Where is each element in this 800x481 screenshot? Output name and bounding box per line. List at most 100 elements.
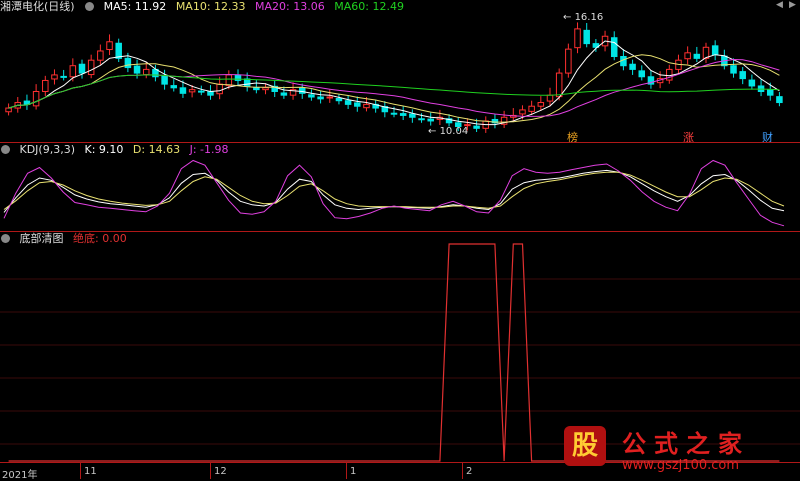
x-tick-1: [346, 462, 347, 479]
candle-down: [418, 118, 425, 121]
candle-up: [106, 41, 113, 51]
scroll-right-icon[interactable]: ▶: [789, 0, 796, 10]
main-price-chart: [5, 22, 783, 133]
kdj-k-label: K: 9.10: [84, 143, 124, 156]
low-price-label: ← 10.04: [428, 126, 469, 137]
candle-down: [399, 113, 407, 116]
candle-down: [354, 102, 361, 107]
site-watermark: 股 公式之家 www.gszj100.com: [558, 422, 798, 478]
kdj-title: KDJ(9,3,3): [19, 143, 76, 156]
candle-up: [225, 74, 233, 87]
candle-up: [363, 103, 370, 109]
kdj-d-label: D: 14.63: [132, 143, 181, 156]
x-tick-2: [462, 462, 463, 479]
candle-down: [161, 74, 168, 85]
x-tick-12: [210, 462, 211, 479]
candle-down: [78, 63, 86, 74]
candle-down: [170, 85, 178, 89]
candle-down: [711, 45, 719, 56]
kdj-d-line: [3, 171, 785, 210]
main-header: 湘潭电化(日线) MA5: 11.92 MA10: 12.33 MA20: 13…: [0, 0, 410, 14]
x-label-1: 1: [350, 466, 357, 477]
ma60-line: [8, 74, 780, 109]
candle-down: [748, 79, 756, 87]
candle-down: [629, 63, 636, 70]
candle-down: [390, 112, 398, 115]
candle-up: [32, 90, 40, 107]
candle-up: [537, 102, 545, 107]
candle-up: [42, 79, 49, 92]
x-label-11: 11: [84, 466, 97, 477]
kdj-panel[interactable]: KDJ(9,3,3) K: 9.10 D: 14.63 J: -1.98: [0, 143, 800, 231]
candle-down: [344, 100, 352, 105]
candle-down: [766, 89, 774, 96]
candle-up: [519, 109, 526, 115]
candle-down: [776, 96, 783, 104]
watermark-url: www.gszj100.com: [622, 458, 740, 473]
candle-up: [5, 107, 12, 113]
candle-down: [243, 78, 251, 87]
candle-up: [69, 65, 77, 78]
candle-down: [473, 125, 480, 129]
candle-down: [308, 94, 315, 98]
bottom-signal-label: 绝底: 0.00: [73, 232, 127, 245]
scroll-left-icon[interactable]: ◀: [776, 0, 783, 10]
candle-up: [262, 87, 269, 91]
candle-up: [546, 94, 554, 102]
watermark-badge: 股: [564, 426, 606, 466]
x-tick-11: [80, 462, 81, 479]
x-label-2: 2: [466, 466, 473, 477]
candle-down: [124, 57, 132, 69]
candle-up: [574, 28, 581, 49]
candle-up: [87, 59, 95, 76]
candle-down: [179, 87, 187, 94]
ma20-label: MA20: 13.06: [255, 0, 325, 13]
ma10-label: MA10: 12.33: [175, 0, 246, 13]
high-price-label: ← 16.16: [563, 12, 604, 23]
candle-down: [335, 97, 343, 102]
kdj-header: KDJ(9,3,3) K: 9.10 D: 14.63 J: -1.98: [0, 143, 235, 157]
main-price-panel[interactable]: 湘潭电化(日线) MA5: 11.92 MA10: 12.33 MA20: 13…: [0, 0, 800, 144]
candle-down: [60, 75, 67, 78]
candle-down: [115, 42, 122, 59]
kdj-j-label: J: -1.98: [189, 143, 229, 156]
candle-up: [684, 52, 691, 60]
candle-down: [739, 71, 746, 80]
candle-down: [298, 87, 306, 94]
candle-down: [280, 92, 288, 96]
candle-up: [142, 68, 150, 76]
main-title: 湘潭电化(日线): [0, 0, 75, 13]
candle-up: [188, 89, 196, 93]
candle-up: [326, 96, 334, 99]
candle-down: [583, 29, 590, 45]
watermark-name: 公式之家: [622, 430, 750, 458]
bottom-settings-icon[interactable]: [1, 234, 10, 243]
candle-down: [730, 65, 737, 74]
x-label-12: 12: [214, 466, 227, 477]
candle-down: [610, 37, 618, 58]
candle-up: [51, 74, 58, 80]
kdj-settings-icon[interactable]: [1, 145, 10, 154]
kdj-j-line: [3, 159, 785, 227]
candle-down: [638, 70, 646, 78]
candle-down: [427, 118, 434, 122]
candle-up: [528, 105, 535, 112]
candle-up: [666, 68, 673, 81]
candle-down: [317, 96, 324, 100]
candle-up: [555, 72, 563, 98]
candle-up: [565, 48, 572, 74]
settings-gear-icon[interactable]: [85, 2, 95, 11]
candle-down: [133, 65, 141, 74]
bottom-header: 底部清图 绝底: 0.00: [0, 232, 133, 246]
candle-up: [97, 50, 104, 61]
candle-down: [198, 90, 205, 93]
low-price-value: 10.04: [439, 126, 469, 137]
ma60-label: MA60: 12.49: [334, 0, 404, 13]
candle-down: [693, 53, 701, 59]
candle-up: [216, 83, 223, 95]
high-price-value: 16.16: [574, 12, 604, 23]
bottom-title: 底部清图: [19, 232, 64, 245]
ma5-label: MA5: 11.92: [103, 0, 167, 13]
candle-down: [409, 113, 416, 118]
candle-down: [207, 90, 214, 96]
